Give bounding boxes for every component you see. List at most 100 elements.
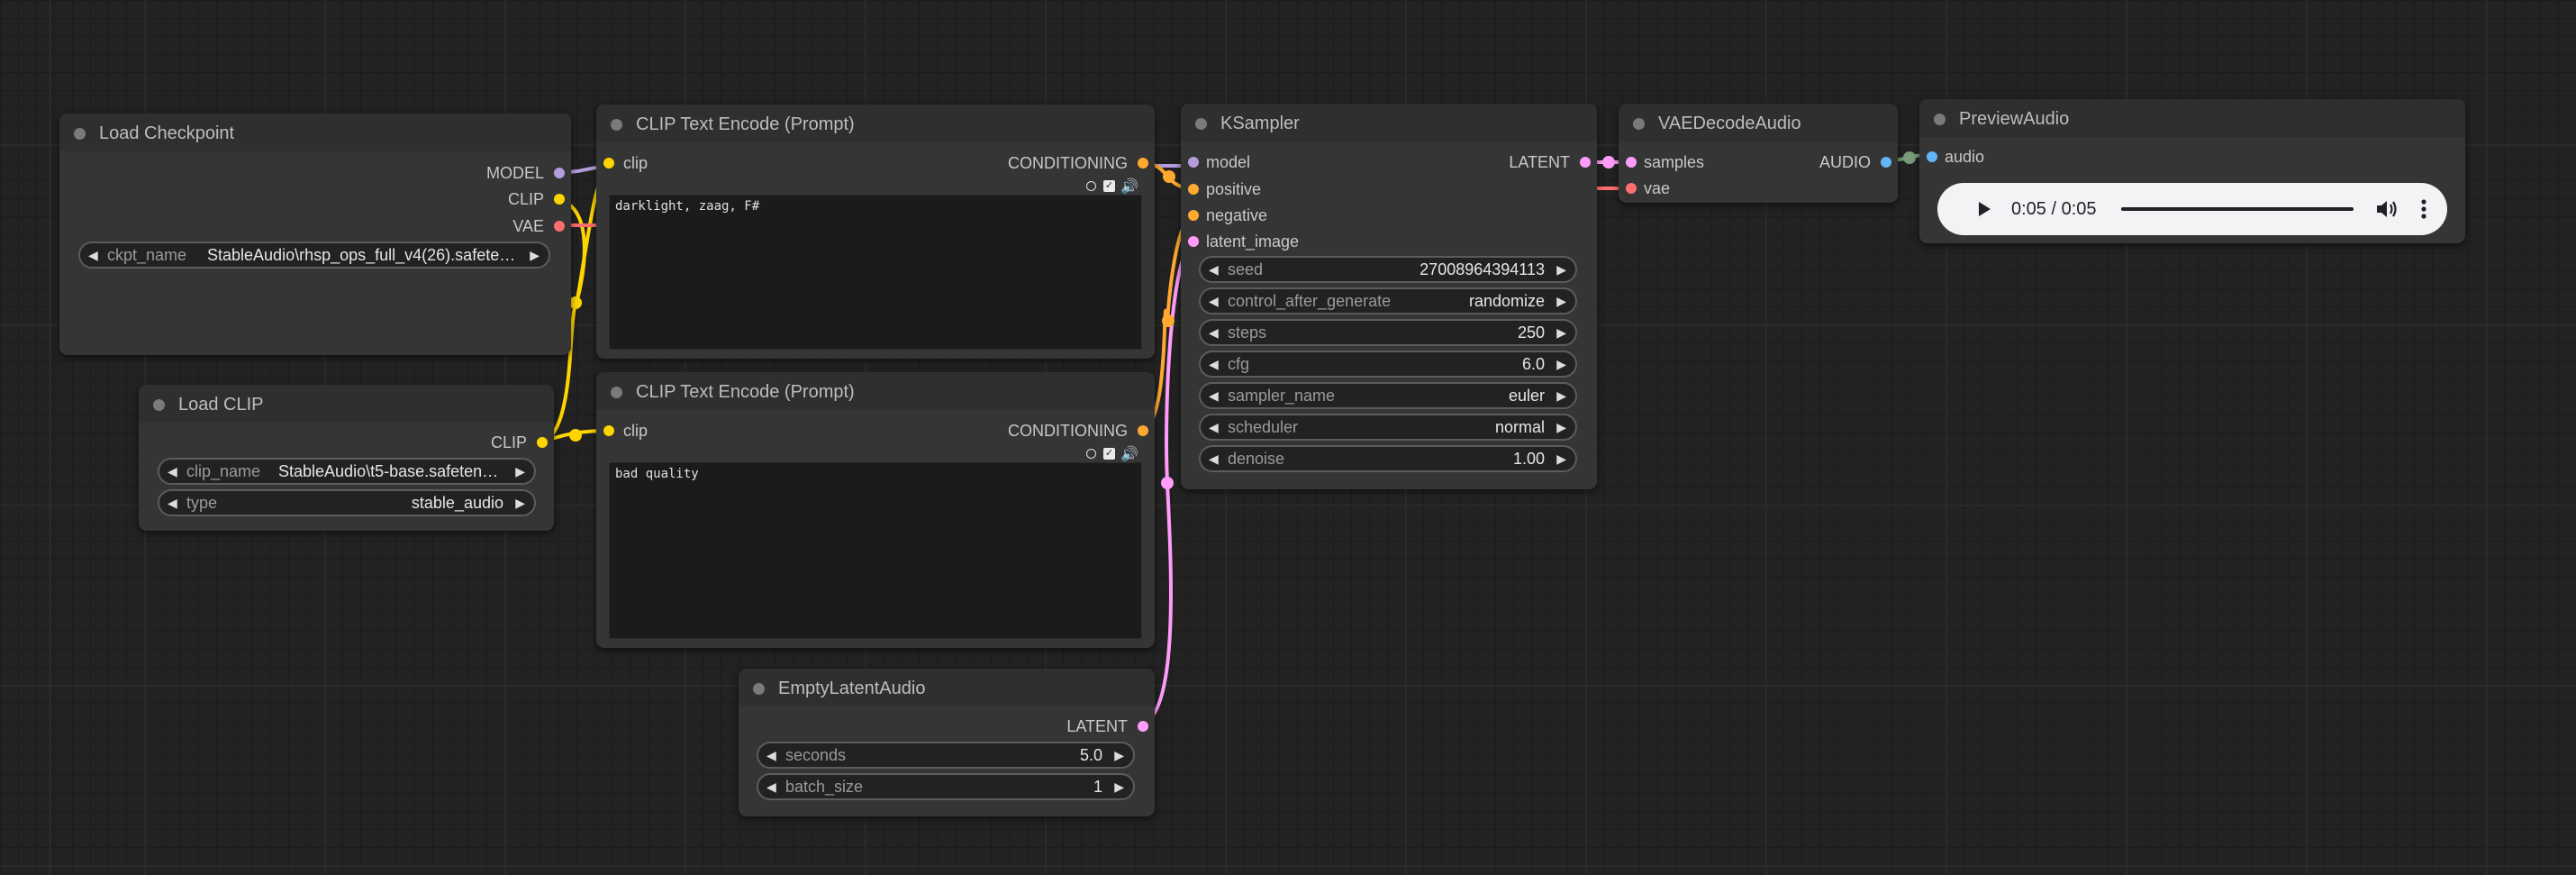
widget-value: normal (1494, 418, 1545, 436)
collapse-dot-icon[interactable] (153, 399, 165, 411)
increment-arrow-icon[interactable]: ▶ (515, 491, 525, 515)
more-vert-icon[interactable] (2420, 198, 2427, 220)
output-dot-vae[interactable] (554, 221, 565, 232)
increment-arrow-icon[interactable]: ▶ (1556, 447, 1566, 470)
input-dot-positive[interactable] (1188, 184, 1199, 195)
increment-arrow-icon[interactable]: ▶ (1556, 415, 1566, 439)
decrement-arrow-icon[interactable]: ◀ (168, 460, 177, 483)
decrement-arrow-icon[interactable]: ◀ (1209, 447, 1219, 470)
node-header[interactable]: EmptyLatentAudio (739, 669, 1155, 706)
seconds-number[interactable]: ◀ seconds 5.0 ▶ (757, 742, 1135, 769)
collapse-dot-icon[interactable] (611, 387, 622, 398)
sampler-name-combo[interactable]: ◀ sampler_name euler ▶ (1199, 382, 1577, 409)
collapse-dot-icon[interactable] (1934, 114, 1946, 125)
speaker-icon[interactable]: 🔊 (1120, 445, 1138, 463)
checkbox-icon[interactable]: ✓ (1103, 180, 1115, 192)
collapse-dot-icon[interactable] (753, 683, 765, 695)
type-combo[interactable]: ◀ type stable_audio ▶ (158, 489, 536, 516)
speaker-icon[interactable]: 🔊 (1120, 178, 1138, 196)
node-title: KSampler (1220, 114, 1300, 133)
denoise-number[interactable]: ◀ denoise 1.00 ▶ (1199, 445, 1577, 472)
decrement-arrow-icon[interactable]: ◀ (766, 743, 776, 767)
increment-arrow-icon[interactable]: ▶ (1556, 384, 1566, 407)
circle-icon[interactable] (1086, 449, 1096, 459)
input-dot-model[interactable] (1188, 157, 1199, 168)
output-dot-conditioning[interactable] (1138, 158, 1148, 169)
steps-number[interactable]: ◀ steps 250 ▶ (1199, 319, 1577, 346)
scheduler-combo[interactable]: ◀ scheduler normal ▶ (1199, 414, 1577, 441)
node-vae-decode-audio[interactable]: VAEDecodeAudio samples vae AUDIO (1619, 104, 1898, 203)
node-title: PreviewAudio (1959, 109, 2070, 129)
prompt-textarea[interactable]: bad quality (609, 462, 1142, 639)
input-dot-audio[interactable] (1927, 151, 1937, 162)
clip-name-combo[interactable]: ◀ clip_name StableAudio\t5-base.safetens… (158, 458, 536, 485)
widget-label: batch_size (785, 778, 864, 796)
collapse-dot-icon[interactable] (1195, 118, 1207, 130)
increment-arrow-icon[interactable]: ▶ (1556, 289, 1566, 313)
decrement-arrow-icon[interactable]: ◀ (1209, 289, 1219, 313)
input-dot-negative[interactable] (1188, 210, 1199, 221)
control-after-generate-combo[interactable]: ◀ control_after_generate randomize ▶ (1199, 287, 1577, 314)
output-dot-clip[interactable] (554, 194, 565, 205)
increment-arrow-icon[interactable]: ▶ (515, 460, 525, 483)
output-label-audio: AUDIO (1819, 153, 1871, 171)
output-label-clip: CLIP (507, 190, 544, 208)
output-dot-latent[interactable] (1138, 721, 1148, 732)
node-header[interactable]: PreviewAudio (1919, 99, 2465, 137)
player-time: 0:05 / 0:05 (2011, 199, 2097, 219)
node-clip-text-encode-negative[interactable]: CLIP Text Encode (Prompt) clip CONDITION… (596, 372, 1155, 648)
node-header[interactable]: CLIP Text Encode (Prompt) (596, 105, 1155, 142)
collapse-dot-icon[interactable] (611, 119, 622, 131)
increment-arrow-icon[interactable]: ▶ (1556, 258, 1566, 281)
decrement-arrow-icon[interactable]: ◀ (766, 775, 776, 798)
output-dot-model[interactable] (554, 168, 565, 178)
input-dot-clip[interactable] (603, 425, 614, 436)
input-dot-latent-image[interactable] (1188, 236, 1199, 247)
decrement-arrow-icon[interactable]: ◀ (88, 243, 98, 267)
decrement-arrow-icon[interactable]: ◀ (1209, 258, 1219, 281)
increment-arrow-icon[interactable]: ▶ (1114, 775, 1124, 798)
seed-number[interactable]: ◀ seed 27008964394113 ▶ (1199, 256, 1577, 283)
node-clip-text-encode-positive[interactable]: CLIP Text Encode (Prompt) clip CONDITION… (596, 105, 1155, 359)
batch-size-number[interactable]: ◀ batch_size 1 ▶ (757, 773, 1135, 800)
decrement-arrow-icon[interactable]: ◀ (168, 491, 177, 515)
node-header[interactable]: Load Checkpoint (59, 114, 571, 151)
output-dot-latent[interactable] (1580, 157, 1591, 168)
output-dot-clip[interactable] (537, 437, 548, 448)
audio-player[interactable]: 0:05 / 0:05 (1937, 183, 2447, 235)
collapse-dot-icon[interactable] (74, 128, 86, 140)
node-ksampler[interactable]: KSampler model positive negative latent_… (1181, 104, 1597, 489)
collapse-dot-icon[interactable] (1633, 118, 1645, 130)
node-empty-latent-audio[interactable]: EmptyLatentAudio LATENT ◀ seconds 5.0 ▶ … (739, 669, 1155, 816)
node-load-clip[interactable]: Load CLIP CLIP ◀ clip_name StableAudio\t… (139, 385, 554, 531)
decrement-arrow-icon[interactable]: ◀ (1209, 352, 1219, 376)
play-icon[interactable] (1975, 200, 1993, 218)
circle-icon[interactable] (1086, 181, 1096, 191)
node-header[interactable]: CLIP Text Encode (Prompt) (596, 372, 1155, 410)
ckpt-name-combo[interactable]: ◀ ckpt_name StableAudio\rhsp_ops_full_v4… (78, 242, 550, 269)
volume-icon[interactable] (2375, 198, 2399, 220)
cfg-number[interactable]: ◀ cfg 6.0 ▶ (1199, 351, 1577, 378)
input-dot-samples[interactable] (1626, 157, 1637, 168)
increment-arrow-icon[interactable]: ▶ (1556, 321, 1566, 344)
widget-value: euler (1508, 387, 1545, 405)
node-header[interactable]: KSampler (1181, 104, 1597, 141)
checkbox-icon[interactable]: ✓ (1103, 448, 1115, 460)
progress-track[interactable] (2121, 207, 2354, 211)
output-dot-conditioning[interactable] (1138, 425, 1148, 436)
input-dot-clip[interactable] (603, 158, 614, 169)
node-load-checkpoint[interactable]: Load Checkpoint MODEL CLIP VAE ◀ ckpt_na… (59, 114, 571, 355)
input-dot-vae[interactable] (1626, 183, 1637, 194)
decrement-arrow-icon[interactable]: ◀ (1209, 321, 1219, 344)
increment-arrow-icon[interactable]: ▶ (530, 243, 540, 267)
decrement-arrow-icon[interactable]: ◀ (1209, 415, 1219, 439)
increment-arrow-icon[interactable]: ▶ (1114, 743, 1124, 767)
output-dot-audio[interactable] (1881, 157, 1891, 168)
prompt-textarea[interactable]: darklight, zaag, F# (609, 195, 1142, 350)
node-preview-audio[interactable]: PreviewAudio audio 0:05 / 0:05 (1919, 99, 2465, 243)
increment-arrow-icon[interactable]: ▶ (1556, 352, 1566, 376)
decrement-arrow-icon[interactable]: ◀ (1209, 384, 1219, 407)
node-header[interactable]: Load CLIP (139, 385, 554, 423)
text-toolbar: ✓ 🔊 (1086, 178, 1138, 196)
node-header[interactable]: VAEDecodeAudio (1619, 104, 1898, 141)
